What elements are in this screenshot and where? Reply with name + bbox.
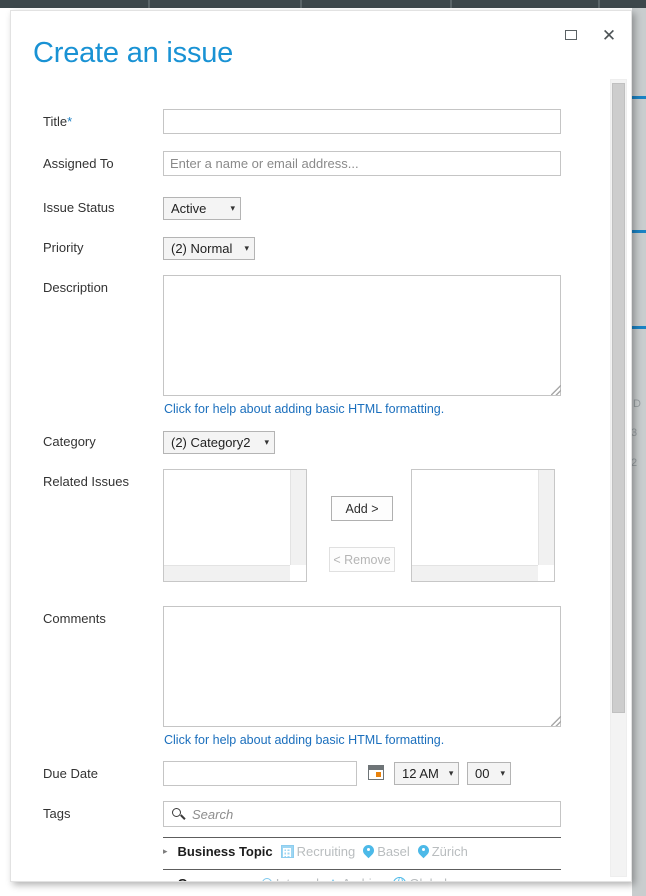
globe-icon <box>393 877 407 881</box>
clip-icon <box>261 877 273 881</box>
category-select[interactable]: (2) Category2 ▾ <box>163 431 275 454</box>
tag-item-global[interactable]: Global <box>393 876 447 881</box>
location-pin-icon <box>363 845 374 859</box>
suite-bar-separator <box>148 0 150 8</box>
related-issues-label: Related Issues <box>43 474 129 489</box>
search-icon <box>172 807 185 821</box>
category-value: (2) Category2 <box>171 435 251 450</box>
related-issues-selected-listbox[interactable] <box>411 469 555 582</box>
suite-bar <box>0 0 646 8</box>
priority-value: (2) Normal <box>171 241 233 256</box>
close-icon: ✕ <box>601 25 617 45</box>
calendar-icon-date-marker <box>376 772 381 777</box>
tag-group-label: Business Topic <box>177 844 273 859</box>
dialog-title: Create an issue <box>33 37 234 69</box>
tag-item-recruiting[interactable]: Recruiting <box>280 844 356 859</box>
issue-form: Title* Assigned To Issue Status Active ▾… <box>11 93 607 881</box>
comments-help-link[interactable]: Click for help about adding basic HTML f… <box>164 733 444 747</box>
priority-select[interactable]: (2) Normal ▾ <box>163 237 255 260</box>
tag-item-label: Archive <box>342 876 385 881</box>
location-pin-icon <box>418 845 429 859</box>
tags-search-placeholder: Search <box>192 806 234 822</box>
tags-search-box[interactable]: Search <box>163 801 561 827</box>
chevron-right-icon[interactable]: ▸ <box>163 846 168 857</box>
issue-status-value: Active <box>171 201 207 216</box>
create-issue-dialog: ✕ Create an issue Title* Assigned To Ent… <box>10 10 632 882</box>
tag-item-label: Internal <box>276 876 319 881</box>
listbox-horizontal-scrollbar[interactable] <box>164 565 290 581</box>
background-rule <box>632 230 646 233</box>
remove-button[interactable]: < Remove <box>329 547 395 572</box>
listbox-vertical-scrollbar[interactable] <box>290 470 306 567</box>
required-marker: * <box>67 114 73 129</box>
tag-item-zurich[interactable]: Zürich <box>418 844 468 859</box>
issue-status-label: Issue Status <box>43 200 115 215</box>
listbox-vertical-scrollbar[interactable] <box>538 470 554 567</box>
listbox-scrollbar-corner <box>538 565 554 581</box>
due-date-minute-select[interactable]: 00 ▾ <box>467 762 511 785</box>
add-button[interactable]: Add > <box>331 496 393 521</box>
field-row-related-issues: Related Issues Add > < Remove <box>11 469 607 589</box>
background-rule <box>632 326 646 329</box>
related-issues-available-listbox[interactable] <box>163 469 307 582</box>
tag-item-label: Zürich <box>431 844 468 859</box>
restore-window-button[interactable] <box>561 25 581 45</box>
tag-item-basel[interactable]: Basel <box>363 844 410 859</box>
title-label: Title* <box>43 114 72 130</box>
due-date-hour-value: 12 AM <box>402 766 439 781</box>
building-icon <box>280 845 294 858</box>
chevron-down-icon: ▾ <box>500 768 505 778</box>
dialog-scrollbar[interactable] <box>610 79 627 877</box>
due-date-hour-select[interactable]: 12 AM ▾ <box>394 762 459 785</box>
title-input[interactable] <box>163 109 561 134</box>
listbox-scrollbar-corner <box>290 565 306 581</box>
background-text-fragment: D <box>633 398 641 410</box>
due-date-minute-value: 00 <box>475 766 490 781</box>
due-date-label: Due Date <box>43 766 98 781</box>
dialog-scrollbar-thumb[interactable] <box>612 83 625 713</box>
tag-item-label: Recruiting <box>296 844 356 859</box>
tag-group-governance[interactable]: ▸ Governance Internal Archive Global <box>163 869 561 881</box>
tag-item-label: Global <box>409 876 447 881</box>
calendar-icon-header <box>369 766 383 770</box>
tag-item-archive[interactable]: Archive <box>327 876 385 881</box>
chevron-right-icon[interactable]: ▸ <box>163 878 168 881</box>
comments-label: Comments <box>43 611 106 626</box>
background-rule <box>632 96 646 99</box>
close-button[interactable]: ✕ <box>599 25 619 45</box>
background-column <box>632 8 646 896</box>
category-label: Category <box>43 434 96 449</box>
tag-item-internal[interactable]: Internal <box>261 876 319 881</box>
tag-group-label: Governance <box>178 876 253 881</box>
description-textarea[interactable] <box>163 275 561 396</box>
title-label-text: Title <box>43 114 68 129</box>
triangle-icon <box>327 878 340 881</box>
assigned-to-label: Assigned To <box>43 156 114 171</box>
restore-window-icon <box>565 30 577 40</box>
issue-status-select[interactable]: Active ▾ <box>163 197 241 220</box>
suite-bar-separator <box>300 0 302 8</box>
chevron-down-icon: ▾ <box>264 437 269 447</box>
due-date-input[interactable] <box>163 761 357 786</box>
listbox-horizontal-scrollbar[interactable] <box>412 565 538 581</box>
calendar-icon[interactable] <box>368 765 384 780</box>
tag-group-business-topic[interactable]: ▸ Business Topic Recruiting Basel Zürich <box>163 837 561 863</box>
page-root: D 3 2 ✕ Create an issue Title* Assigned … <box>0 0 646 896</box>
suite-bar-separator <box>598 0 600 8</box>
comments-textarea[interactable] <box>163 606 561 727</box>
assigned-to-input[interactable] <box>163 151 561 176</box>
description-label: Description <box>43 280 109 295</box>
priority-label: Priority <box>43 240 84 255</box>
chevron-down-icon: ▾ <box>448 768 454 778</box>
suite-bar-separator <box>450 0 452 8</box>
dialog-window-controls: ✕ <box>561 25 619 45</box>
tags-label: Tags <box>43 806 71 821</box>
chevron-down-icon: ▾ <box>244 243 249 253</box>
description-help-link[interactable]: Click for help about adding basic HTML f… <box>164 402 444 416</box>
chevron-down-icon: ▾ <box>230 203 235 213</box>
tag-item-label: Basel <box>377 844 410 859</box>
